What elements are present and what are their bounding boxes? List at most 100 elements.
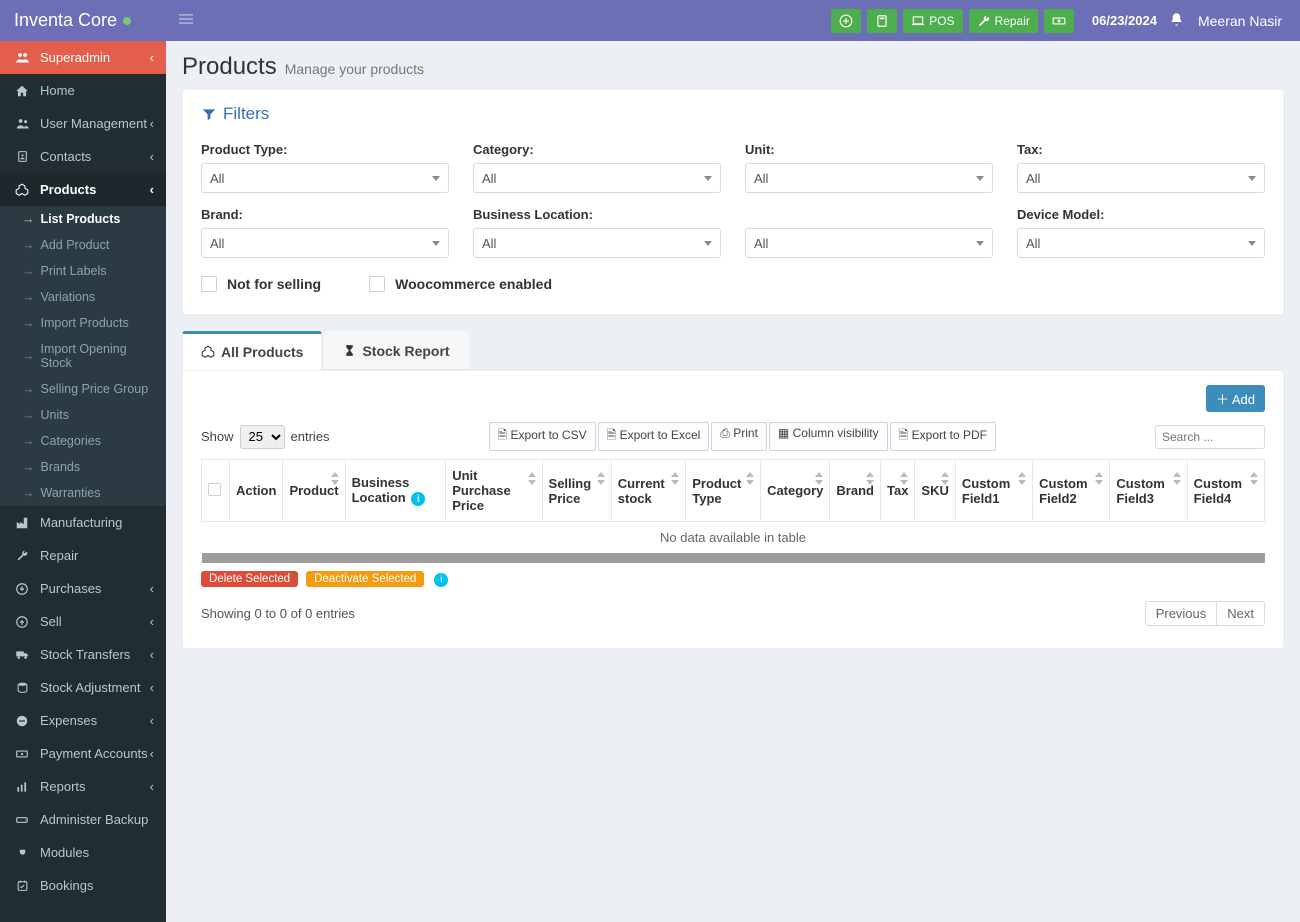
th-current-stock[interactable]: Current stock [611,460,685,522]
btn-label: Column visibility [793,426,879,440]
th-tax[interactable]: Tax [880,460,914,522]
file-icon: 🗎 [607,428,617,442]
sidebar-item-superadmin[interactable]: Superadmin ‹ [0,41,166,74]
filter-select-unnamed[interactable]: All [745,228,993,258]
sidebar-item-label: Expenses [40,713,97,728]
filter-select-tax[interactable]: All [1017,163,1265,193]
filter-icon [201,106,217,122]
th-label: SKU [921,483,948,498]
sidebar-item-expenses[interactable]: Expenses ‹ [0,704,166,737]
filter-select-brand[interactable]: All [201,228,449,258]
select-value: All [210,171,224,186]
calculator-button[interactable] [867,9,897,33]
pos-button[interactable]: POS [903,9,962,33]
tab-all-products[interactable]: All Products [182,331,322,370]
arrow-up-circle-icon [12,615,32,629]
user-menu[interactable]: Meeran Nasir [1198,13,1282,29]
sidebar-item-bookings[interactable]: Bookings [0,869,166,902]
sidebar-item-payment-accounts[interactable]: Payment Accounts ‹ [0,737,166,770]
sidebar-item-administer-backup[interactable]: Administer Backup [0,803,166,836]
add-product-button[interactable]: ＋ Add [1206,385,1265,412]
sub-item-import-opening-stock[interactable]: →Import Opening Stock [0,336,166,376]
th-product-type[interactable]: Product Type [686,460,761,522]
pagination: Previous Next [1145,601,1265,626]
sidebar-item-sell[interactable]: Sell ‹ [0,605,166,638]
sidebar-item-stock-transfers[interactable]: Stock Transfers ‹ [0,638,166,671]
select-value: All [1026,236,1040,251]
th-category[interactable]: Category [761,460,830,522]
sub-item-list-products[interactable]: →List Products [0,206,166,232]
filter-label-device-model: Device Model: [1017,207,1265,222]
sub-item-print-labels[interactable]: →Print Labels [0,258,166,284]
delete-selected-button[interactable]: Delete Selected [201,571,298,587]
sidebar-item-home[interactable]: Home [0,74,166,107]
sidebar-item-repair[interactable]: Repair [0,539,166,572]
th-brand[interactable]: Brand [830,460,881,522]
sidebar-item-label: Repair [40,548,78,563]
th-custom4[interactable]: Custom Field4 [1187,460,1264,522]
th-custom1[interactable]: Custom Field1 [955,460,1032,522]
filter-select-product-type[interactable]: All [201,163,449,193]
info-icon[interactable]: i [434,573,448,587]
filter-select-unit[interactable]: All [745,163,993,193]
filter-select-device-model[interactable]: All [1017,228,1265,258]
sub-item-import-products[interactable]: →Import Products [0,310,166,336]
sub-item-selling-price-group[interactable]: →Selling Price Group [0,376,166,402]
export-csv-button[interactable]: 🗎 Export to CSV [489,422,596,451]
sub-item-categories[interactable]: →Categories [0,428,166,454]
chevron-left-icon: ‹ [150,746,154,761]
sub-item-units[interactable]: →Units [0,402,166,428]
filter-select-business-location[interactable]: All [473,228,721,258]
th-custom2[interactable]: Custom Field2 [1033,460,1110,522]
sidebar-item-contacts[interactable]: Contacts ‹ [0,140,166,173]
sidebar-item-purchases[interactable]: Purchases ‹ [0,572,166,605]
page-prev-button[interactable]: Previous [1145,601,1218,626]
quick-add-button[interactable] [831,9,861,33]
sub-item-variations[interactable]: →Variations [0,284,166,310]
sidebar-item-products[interactable]: Products ‹ [0,173,166,206]
th-custom3[interactable]: Custom Field3 [1110,460,1187,522]
sidebar-item-reports[interactable]: Reports ‹ [0,770,166,803]
th-action[interactable]: Action [230,460,283,522]
th-business-location[interactable]: Business Location i [345,460,446,522]
column-visibility-button[interactable]: ▦ Column visibility [769,422,888,451]
sub-item-brands[interactable]: →Brands [0,454,166,480]
chart-bar-icon [12,780,32,794]
sidebar-item-manufacturing[interactable]: Manufacturing [0,506,166,539]
repair-button[interactable]: Repair [969,9,1038,33]
chevron-left-icon: ‹ [150,182,154,197]
sidebar-item-label: Superadmin [40,50,110,65]
check-woocommerce[interactable]: Woocommerce enabled [369,276,552,292]
th-product[interactable]: Product [283,460,345,522]
deactivate-selected-button[interactable]: Deactivate Selected [306,571,424,587]
check-not-for-selling[interactable]: Not for selling [201,276,321,292]
filter-label-category: Category: [473,142,721,157]
select-all-checkbox[interactable] [208,483,221,496]
info-icon[interactable]: i [411,492,425,506]
industry-icon [12,516,32,530]
tab-stock-report[interactable]: Stock Report [324,331,468,369]
th-unit-purchase-price[interactable]: Unit Purchase Price [446,460,542,522]
sub-item-add-product[interactable]: →Add Product [0,232,166,258]
hamburger-icon [179,12,193,26]
cash-register-button[interactable] [1044,9,1074,33]
sidebar-toggle-button[interactable] [166,12,206,29]
filter-select-category[interactable]: All [473,163,721,193]
page-next-button[interactable]: Next [1217,601,1265,626]
page-length-select[interactable]: 25 [240,425,285,449]
th-selling-price[interactable]: Selling Price [542,460,611,522]
th-sku[interactable]: SKU [915,460,955,522]
filters-toggle[interactable]: Filters [201,104,1265,124]
notifications-button[interactable] [1169,12,1184,30]
table-search-input[interactable] [1155,425,1265,449]
print-button[interactable]: ⎙ Print [711,422,767,451]
export-excel-button[interactable]: 🗎 Export to Excel [598,422,710,451]
chevron-left-icon: ‹ [150,680,154,695]
sidebar-item-user-management[interactable]: User Management ‹ [0,107,166,140]
sub-item-warranties[interactable]: →Warranties [0,480,166,506]
sidebar-item-stock-adjustment[interactable]: Stock Adjustment ‹ [0,671,166,704]
app-logo[interactable]: Inventa Core [0,0,166,41]
export-pdf-button[interactable]: 🗎 Export to PDF [890,422,996,451]
sidebar-item-modules[interactable]: Modules [0,836,166,869]
header-date[interactable]: 06/23/2024 [1092,13,1157,28]
